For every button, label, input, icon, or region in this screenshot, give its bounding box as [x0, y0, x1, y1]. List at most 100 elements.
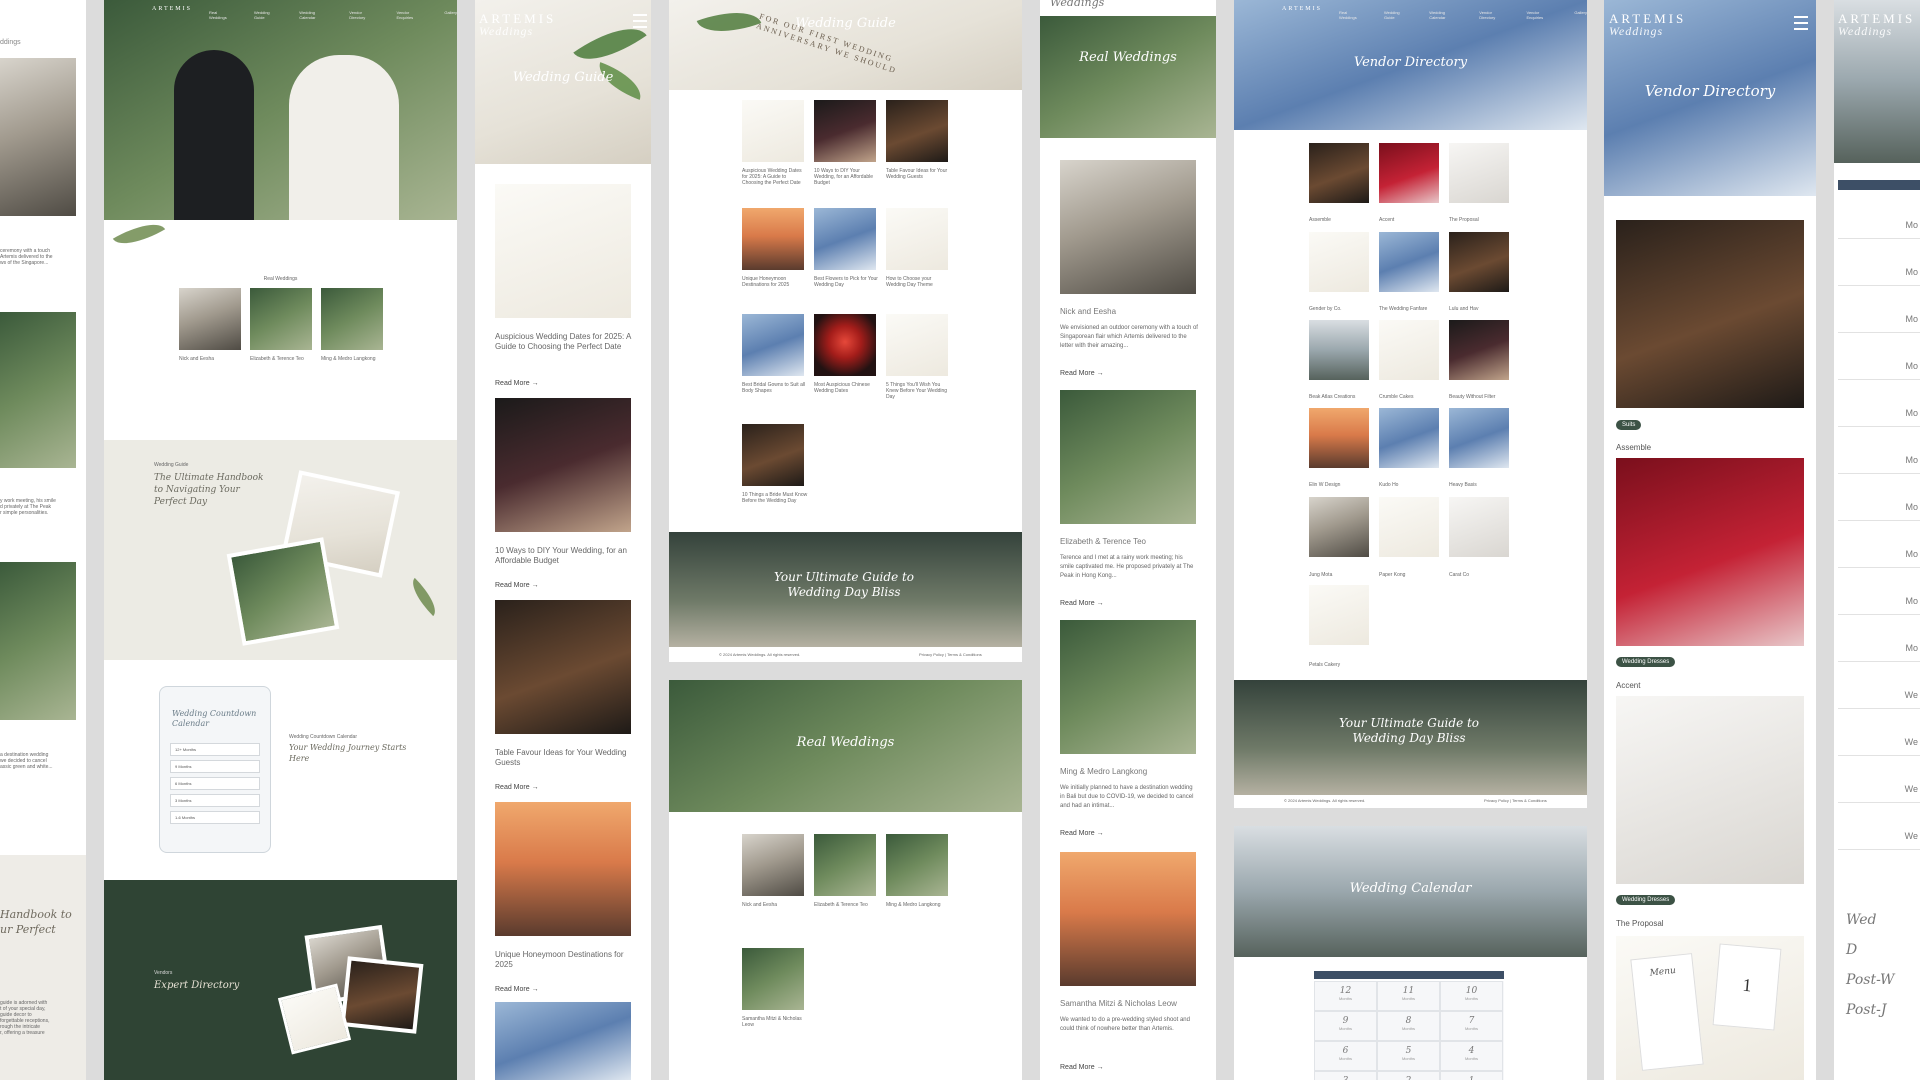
vendor-tag-1[interactable]: Suits: [1616, 420, 1642, 430]
grid-title-8[interactable]: Most Auspicious Chinese Wedding Dates: [814, 382, 880, 394]
real-thumb-1[interactable]: [742, 834, 804, 896]
vendor-tag-3[interactable]: Wedding Dresses: [1616, 895, 1676, 905]
grid-thumb-2[interactable]: [814, 100, 876, 162]
item-photo-4[interactable]: [1060, 852, 1196, 986]
nav-gallery[interactable]: Gallery: [1574, 10, 1587, 20]
calendar-cell[interactable]: 10 Months: [1440, 981, 1503, 1011]
nav-wedding-guide[interactable]: Wedding Guide: [254, 10, 277, 20]
grid-thumb-4[interactable]: [742, 208, 804, 270]
calendar-cell[interactable]: 9 Months: [1314, 1011, 1377, 1041]
article-thumb-1[interactable]: [495, 184, 631, 318]
device-row-1[interactable]: 12+ Months: [170, 743, 260, 756]
item-more-3[interactable]: Read More →: [1060, 830, 1104, 837]
calendar-cell[interactable]: 4 Months: [1440, 1041, 1503, 1071]
vendor-thumb-10[interactable]: [1309, 408, 1369, 468]
grid-title-1[interactable]: Auspicious Wedding Dates for 2025: A Gui…: [742, 168, 808, 186]
grid-title-3[interactable]: Table Favour Ideas for Your Wedding Gues…: [886, 168, 952, 180]
real-thumb-1[interactable]: [179, 288, 241, 350]
real-name-3[interactable]: Ming & Medro Langkong: [886, 902, 940, 908]
vendor-name-2[interactable]: Accent: [1616, 680, 1640, 691]
grid-thumb-3[interactable]: [886, 100, 948, 162]
article-more-1[interactable]: Read More →: [495, 380, 539, 387]
partial-row[interactable]: Mo: [1838, 239, 1920, 286]
item-name-3[interactable]: Ming & Medro Langkong: [1060, 766, 1147, 777]
calendar-cell[interactable]: 12 Months: [1314, 981, 1377, 1011]
item-more-4[interactable]: Read More →: [1060, 1064, 1104, 1071]
real-name-2[interactable]: Elizabeth & Terence Teo: [814, 902, 868, 908]
device-row-5[interactable]: 1-6 Months: [170, 811, 260, 824]
vendor-thumb-5[interactable]: [1379, 232, 1439, 292]
vendor-name-16[interactable]: Petals Cakery: [1309, 662, 1340, 668]
vendor-name-8[interactable]: Crumble Cakes: [1379, 394, 1413, 400]
grid-title-2[interactable]: 10 Ways to DIY Your Wedding, for an Affo…: [814, 168, 880, 186]
nav-vendor-enquiries[interactable]: Vendor Enquiries: [1527, 10, 1553, 20]
calendar-cell[interactable]: 11 Months: [1377, 981, 1440, 1011]
real-name-4[interactable]: Samantha Mitzi & Nicholas Leow: [742, 1016, 808, 1028]
vendor-thumb-2[interactable]: [1379, 143, 1439, 203]
partial-row[interactable]: We: [1838, 709, 1920, 756]
grid-thumb-1[interactable]: [742, 100, 804, 162]
article-thumb-5[interactable]: [495, 1002, 631, 1080]
nav-gallery[interactable]: Gallery: [444, 10, 457, 20]
brand-logo[interactable]: ARTEMIS Weddings: [479, 12, 556, 38]
vendor-thumb-13[interactable]: [1309, 497, 1369, 557]
vendor-name-4[interactable]: Gender by Co.: [1309, 306, 1342, 312]
footer-right[interactable]: Privacy Policy | Terms & Conditions: [1484, 798, 1547, 804]
item-name-4[interactable]: Samantha Mitzi & Nicholas Leow: [1060, 998, 1177, 1009]
partial-row[interactable]: Mo: [1838, 333, 1920, 380]
calendar-cell[interactable]: 8 Months: [1377, 1011, 1440, 1041]
real-thumb-2[interactable]: [814, 834, 876, 896]
grid-thumb-6[interactable]: [886, 208, 948, 270]
article-title-4[interactable]: Unique Honeymoon Destinations for 2025: [495, 950, 635, 970]
vendor-thumb-16[interactable]: [1309, 585, 1369, 645]
nav-wedding-guide[interactable]: Wedding Guide: [1384, 10, 1407, 20]
nav-vendor-enquiries[interactable]: Vendor Enquiries: [397, 10, 423, 20]
real-thumb-3[interactable]: [886, 834, 948, 896]
calendar-cell[interactable]: 2Months: [1377, 1071, 1440, 1080]
vendor-name-10[interactable]: Elin W Design: [1309, 482, 1340, 488]
grid-thumb-5[interactable]: [814, 208, 876, 270]
partial-row[interactable]: Mo: [1838, 427, 1920, 474]
article-thumb-2[interactable]: [495, 398, 631, 532]
vendor-thumb-9[interactable]: [1449, 320, 1509, 380]
vendor-thumb-4[interactable]: [1309, 232, 1369, 292]
grid-title-6[interactable]: How to Choose your Wedding Day Theme: [886, 276, 952, 288]
device-row-4[interactable]: 3 Months: [170, 794, 260, 807]
vendor-name-14[interactable]: Paper Kong: [1379, 572, 1405, 578]
vendor-name-15[interactable]: Carat Co: [1449, 572, 1469, 578]
grid-title-9[interactable]: 5 Things You'll Wish You Knew Before You…: [886, 382, 952, 400]
vendor-thumb-1[interactable]: [1309, 143, 1369, 203]
article-thumb-3[interactable]: [495, 600, 631, 734]
article-title-2[interactable]: 10 Ways to DIY Your Wedding, for an Affo…: [495, 546, 635, 566]
vendor-name-1[interactable]: Assemble: [1309, 217, 1331, 223]
article-title-1[interactable]: Auspicious Wedding Dates for 2025: A Gui…: [495, 332, 635, 352]
grid-title-7[interactable]: Best Bridal Gowns to Suit all Body Shape…: [742, 382, 808, 394]
vendor-photo-2[interactable]: [1616, 458, 1804, 646]
item-photo-2[interactable]: [1060, 390, 1196, 524]
item-name-1[interactable]: Nick and Eesha: [1060, 306, 1116, 317]
brand-logo[interactable]: ARTEMIS: [1282, 6, 1322, 12]
partial-row[interactable]: We: [1838, 803, 1920, 850]
partial-row[interactable]: Mo: [1838, 521, 1920, 568]
brand-logo[interactable]: ARTEMIS: [152, 6, 192, 12]
vendor-name-9[interactable]: Beauty Without Filter: [1449, 394, 1495, 400]
vendor-name-11[interactable]: Kudo Ho: [1379, 482, 1398, 488]
partial-row[interactable]: Mo: [1838, 568, 1920, 615]
vendor-name-12[interactable]: Heavy Basis: [1449, 482, 1477, 488]
real-thumb-4[interactable]: [742, 948, 804, 1010]
article-more-3[interactable]: Read More →: [495, 784, 539, 791]
grid-thumb-10[interactable]: [742, 424, 804, 486]
partial-row[interactable]: Mo: [1838, 192, 1920, 239]
calendar-cell[interactable]: 1Months: [1440, 1071, 1503, 1080]
nav-wedding-calendar[interactable]: Wedding Calendar: [1429, 10, 1457, 20]
grid-thumb-7[interactable]: [742, 314, 804, 376]
calendar-cell[interactable]: 7 Months: [1440, 1011, 1503, 1041]
calendar-cell[interactable]: 5 Months: [1377, 1041, 1440, 1071]
item-more-1[interactable]: Read More →: [1060, 370, 1104, 377]
vendor-thumb-11[interactable]: [1379, 408, 1439, 468]
real-thumb-2[interactable]: [250, 288, 312, 350]
partial-row[interactable]: Mo: [1838, 474, 1920, 521]
partial-row[interactable]: Mo: [1838, 380, 1920, 427]
vendor-name-2[interactable]: Accent: [1379, 217, 1394, 223]
article-more-2[interactable]: Read More →: [495, 582, 539, 589]
